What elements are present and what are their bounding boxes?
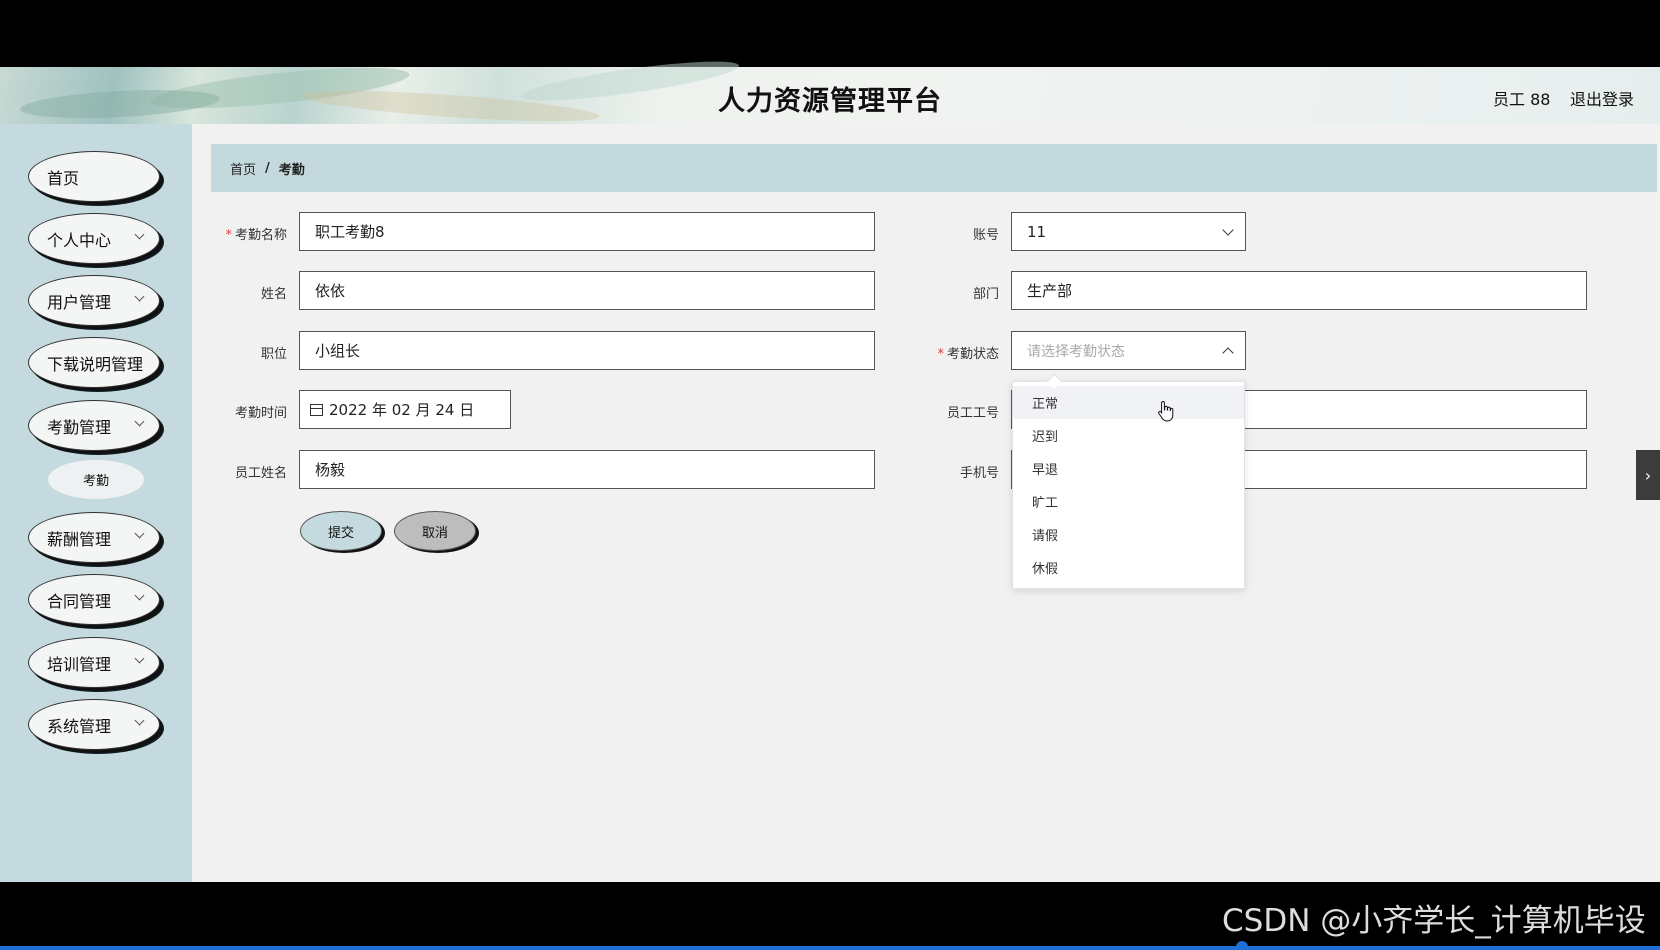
breadcrumb-home[interactable]: 首页 (230, 159, 256, 178)
submit-button[interactable]: 提交 (300, 511, 382, 551)
chevron-down-icon (134, 291, 145, 302)
account-label: 账号 (972, 228, 999, 243)
sidebar-item-user-management[interactable]: 用户管理 (28, 275, 160, 326)
account-select[interactable]: 11 (1011, 212, 1246, 251)
sidebar-item-training-management[interactable]: 培训管理 (28, 637, 160, 688)
attendance-time-value: 2022 年 02 月 24 日 (329, 401, 475, 419)
chevron-down-icon (134, 715, 145, 726)
cancel-button[interactable]: 取消 (394, 511, 476, 551)
sidebar-item-salary-management[interactable]: 薪酬管理 (28, 512, 160, 563)
chevron-up-icon (1222, 347, 1234, 359)
chevron-down-icon (134, 528, 145, 539)
dropdown-option[interactable]: 请假 (1013, 518, 1244, 551)
sidebar-item-contract-management[interactable]: 合同管理 (28, 574, 160, 625)
app-title: 人力资源管理平台 (718, 86, 942, 117)
sidebar-item-system-management[interactable]: 系统管理 (28, 699, 160, 750)
attendance-status-select[interactable]: 请选择考勤状态 (1011, 331, 1246, 370)
sidebar-item-home[interactable]: 首页 (28, 151, 160, 202)
sidebar-item-personal-center[interactable]: 个人中心 (28, 213, 160, 264)
dropdown-option[interactable]: 休假 (1013, 551, 1244, 584)
required-mark: * (225, 228, 232, 243)
name-label: 姓名 (260, 287, 287, 302)
chevron-down-icon (134, 229, 145, 240)
phone-label: 手机号 (959, 466, 999, 481)
employee-id-label: 员工工号 (946, 406, 999, 421)
logout-link[interactable]: 退出登录 (1570, 86, 1634, 110)
attendance-time-input[interactable]: 2022 年 02 月 24 日 (299, 390, 511, 429)
breadcrumb-separator: / (265, 160, 270, 176)
attendance-status-dropdown: 正常 迟到 早退 旷工 请假 休假 (1012, 381, 1245, 589)
sidebar-item-label: 首页 (47, 168, 80, 188)
sidebar-item-label: 薪酬管理 (47, 529, 112, 549)
header: 人力资源管理平台 员工 88 退出登录 (0, 53, 1660, 128)
position-label: 职位 (260, 347, 287, 362)
employee-name-label: 员工姓名 (234, 466, 287, 481)
account-value: 11 (1027, 222, 1047, 241)
progress-bar (0, 946, 1660, 950)
hand-cursor-icon (1158, 400, 1174, 422)
position-input[interactable]: 小组长 (299, 331, 875, 370)
current-user: 员工 88 (1493, 90, 1551, 109)
breadcrumb: 首页 / 考勤 (211, 144, 1657, 192)
dropdown-option[interactable]: 迟到 (1013, 419, 1244, 452)
employee-name-input[interactable]: 杨毅 (299, 450, 875, 489)
dropdown-option[interactable]: 早退 (1013, 452, 1244, 485)
watermark: CSDN @小齐学长_计算机毕设 (1222, 903, 1646, 939)
expand-panel-button[interactable]: › (1636, 450, 1660, 500)
sidebar: 首页 个人中心 用户管理 下载说明管理 考勤管理 考勤 薪酬管理 合同管理 培训… (0, 124, 192, 882)
attendance-status-label: * 考勤状态 (937, 347, 999, 362)
progress-handle[interactable] (1236, 941, 1248, 950)
attendance-status-placeholder: 请选择考勤状态 (1027, 343, 1125, 360)
sidebar-item-label: 合同管理 (47, 591, 112, 611)
sidebar-item-attendance-management[interactable]: 考勤管理 (28, 400, 160, 451)
chevron-right-icon: › (1644, 465, 1652, 485)
calendar-icon (310, 403, 323, 416)
sidebar-subitem-attendance[interactable]: 考勤 (48, 460, 144, 499)
chevron-down-icon (134, 416, 145, 427)
department-label: 部门 (972, 287, 999, 302)
name-input[interactable]: 依依 (299, 271, 875, 310)
sidebar-item-label: 系统管理 (47, 716, 112, 736)
sidebar-item-label: 下载说明管理 (47, 354, 144, 374)
sidebar-item-label: 个人中心 (47, 230, 112, 250)
breadcrumb-current: 考勤 (278, 162, 305, 178)
dropdown-option[interactable]: 旷工 (1013, 485, 1244, 518)
sidebar-item-label: 考勤管理 (47, 417, 112, 437)
sidebar-item-label: 用户管理 (47, 292, 112, 312)
sidebar-item-download-notes[interactable]: 下载说明管理 (28, 337, 160, 388)
dropdown-option[interactable]: 正常 (1013, 386, 1244, 419)
chevron-down-icon (134, 590, 145, 601)
sidebar-item-label: 培训管理 (47, 654, 112, 674)
attendance-name-label: * 考勤名称 (225, 228, 287, 243)
attendance-time-label: 考勤时间 (234, 406, 287, 421)
required-mark: * (937, 347, 944, 362)
attendance-name-input[interactable]: 职工考勤8 (299, 212, 875, 251)
chevron-down-icon (134, 653, 145, 664)
chevron-down-icon (1222, 224, 1234, 236)
department-input[interactable]: 生产部 (1011, 271, 1587, 310)
screen: { "header": { "title": "人力资源管理平台", "user… (0, 0, 1660, 950)
